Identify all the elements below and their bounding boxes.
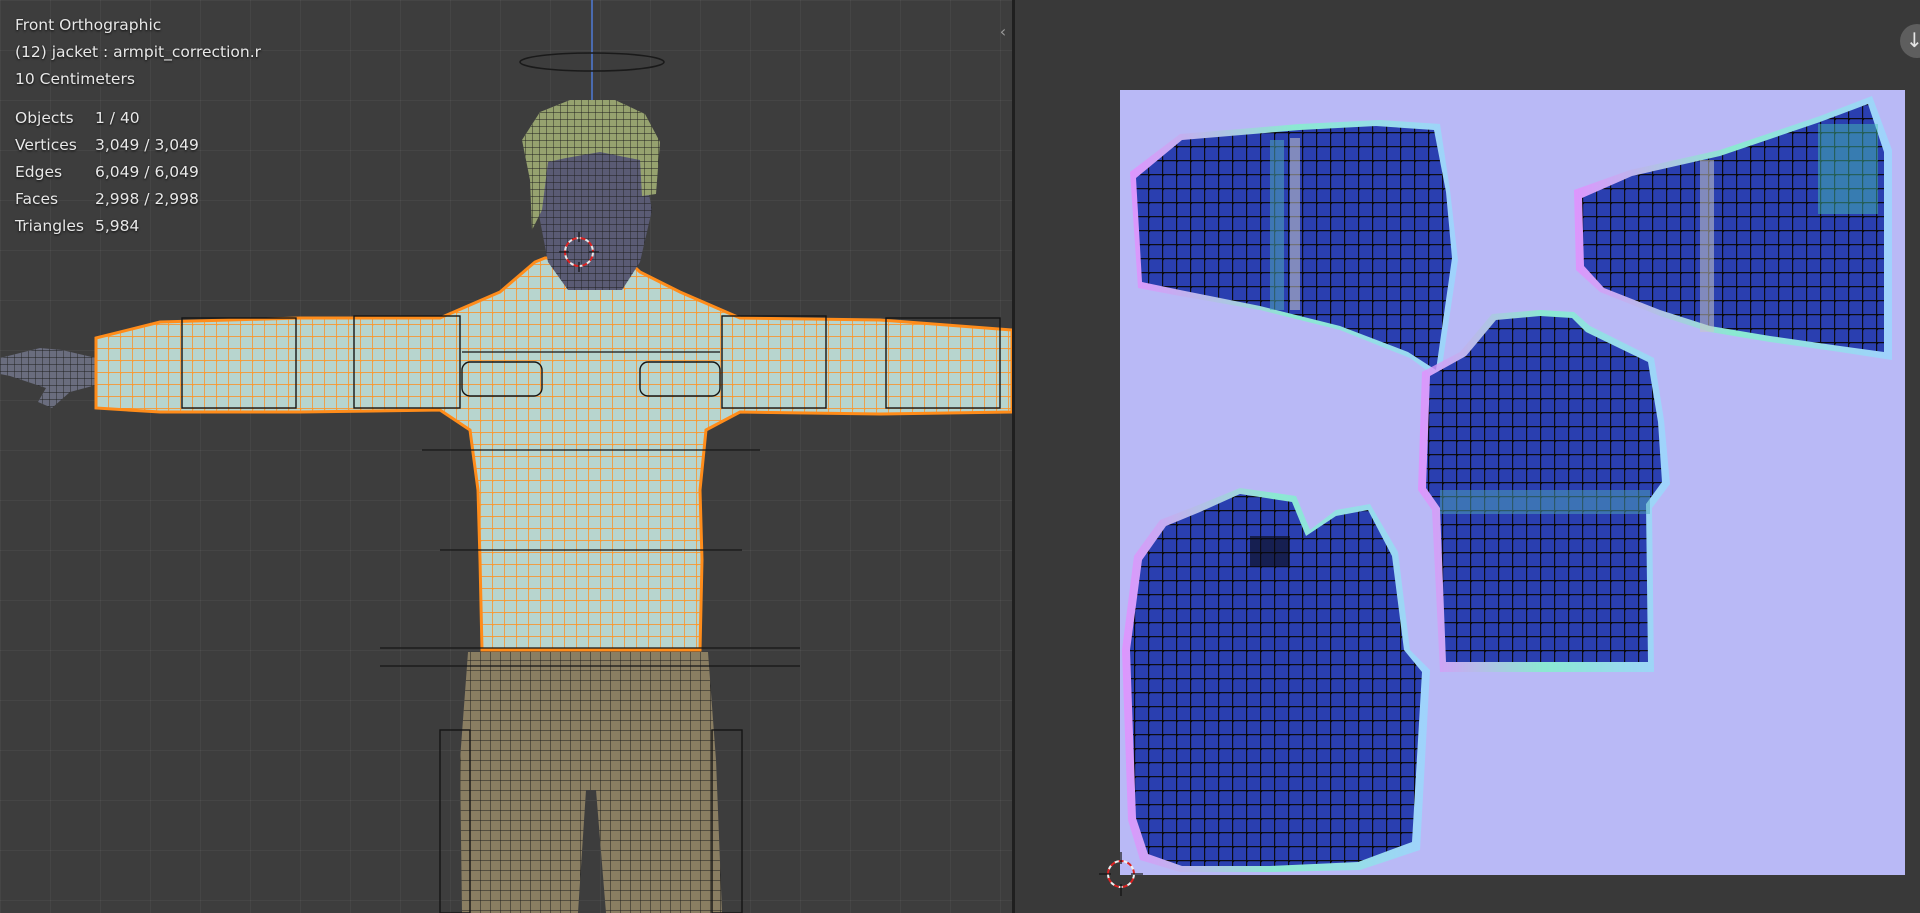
chevron-left-icon[interactable]: ‹ xyxy=(996,22,1010,42)
jacket-mesh[interactable] xyxy=(94,256,1012,667)
uv-island-left-sleeve[interactable] xyxy=(1130,120,1458,380)
stat-value: 6,049 / 6,049 xyxy=(95,163,199,181)
uv-island-right-sleeve[interactable] xyxy=(1574,96,1892,360)
grid-scale: 10 Centimeters xyxy=(15,70,135,88)
scene-statistics: Objects 1 / 40 Vertices 3,049 / 3,049 Ed… xyxy=(15,105,261,240)
uv-editor[interactable] xyxy=(1015,0,1920,913)
stat-triangles: Triangles 5,984 xyxy=(15,213,261,240)
3d-viewport[interactable]: Front Orthographic (12) jacket : armpit_… xyxy=(0,0,1012,913)
stat-vertices: Vertices 3,049 / 3,049 xyxy=(15,132,261,159)
stat-value: 1 / 40 xyxy=(95,109,140,127)
view-name: Front Orthographic xyxy=(15,16,162,34)
stat-edges: Edges 6,049 / 6,049 xyxy=(15,159,261,186)
stat-value: 3,049 / 3,049 xyxy=(95,136,199,154)
stat-label: Faces xyxy=(15,190,59,208)
uv-islands[interactable] xyxy=(1120,90,1905,875)
viewport-info-overlay: Front Orthographic (12) jacket : armpit_… xyxy=(15,12,261,240)
uv-island-jacket-front[interactable] xyxy=(1122,488,1430,872)
active-object-name: (12) jacket : armpit_correction.r xyxy=(15,43,262,61)
stat-label: Edges xyxy=(15,163,63,181)
stat-label: Triangles xyxy=(15,217,84,235)
stat-faces: Faces 2,998 / 2,998 xyxy=(15,186,261,213)
stat-value: 2,998 / 2,998 xyxy=(95,190,199,208)
pants-mesh[interactable] xyxy=(439,652,743,913)
stat-value: 5,984 xyxy=(95,217,140,235)
uv-island-jacket-back[interactable] xyxy=(1418,310,1670,672)
stat-objects: Objects 1 / 40 xyxy=(15,105,261,132)
uv-image-canvas[interactable] xyxy=(1120,90,1905,875)
stat-label: Vertices xyxy=(15,136,77,154)
hand-mesh xyxy=(0,348,100,408)
stat-label: Objects xyxy=(15,109,74,127)
